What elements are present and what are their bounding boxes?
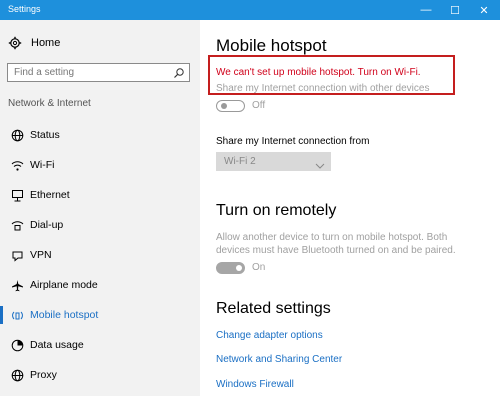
minimize-button[interactable]: — — [411, 0, 441, 20]
sidebar-item-label: Airplane mode — [30, 279, 98, 291]
sidebar-item-label: Wi-Fi — [30, 159, 55, 171]
share-toggle-state: Off — [252, 100, 266, 111]
sidebar-item-status[interactable]: Status — [0, 120, 200, 150]
home-label: Home — [31, 37, 61, 49]
sidebar-item-ethernet[interactable]: Ethernet — [0, 180, 200, 210]
search-input[interactable]: Find a setting — [7, 63, 190, 82]
sidebar-item-label: Data usage — [30, 339, 84, 351]
sidebar-item-dialup[interactable]: Dial-up — [0, 210, 200, 240]
maximize-button[interactable]: ☐ — [440, 0, 470, 20]
gear-icon — [8, 36, 22, 50]
proxy-globe-icon — [10, 368, 24, 382]
wifi-icon — [10, 158, 24, 172]
search-icon — [173, 66, 185, 84]
remote-section-title: Turn on remotely — [216, 202, 337, 219]
sidebar-item-vpn[interactable]: VPN — [0, 240, 200, 270]
toggle-knob — [236, 265, 242, 271]
link-change-adapter-options[interactable]: Change adapter options — [216, 330, 323, 341]
remote-toggle[interactable] — [216, 262, 245, 274]
data-usage-icon — [10, 338, 24, 352]
chevron-down-icon — [315, 157, 325, 175]
share-toggle[interactable] — [216, 100, 245, 112]
sidebar-item-data-usage[interactable]: Data usage — [0, 330, 200, 360]
toggle-knob — [221, 103, 227, 109]
sidebar-item-label: Ethernet — [30, 189, 70, 201]
nav-list: Status Wi-Fi Ethernet Dial-up VPN Airpla… — [0, 120, 200, 390]
link-network-sharing-center[interactable]: Network and Sharing Center — [216, 354, 342, 365]
related-settings-title: Related settings — [216, 300, 331, 317]
sidebar-item-label: VPN — [30, 249, 52, 261]
sidebar-item-label: Mobile hotspot — [30, 309, 99, 321]
share-from-value: Wi-Fi 2 — [224, 156, 256, 167]
airplane-icon — [10, 278, 24, 292]
highlight-box — [208, 55, 455, 95]
sidebar: Home Find a setting Network & Internet S… — [0, 20, 200, 396]
globe-icon — [10, 128, 24, 142]
section-label: Network & Internet — [8, 98, 91, 109]
sidebar-item-label: Proxy — [30, 369, 57, 381]
hotspot-icon — [10, 308, 24, 322]
sidebar-item-proxy[interactable]: Proxy — [0, 360, 200, 390]
sidebar-item-mobile-hotspot[interactable]: Mobile hotspot — [0, 300, 200, 330]
remote-description: Allow another device to turn on mobile h… — [216, 232, 456, 256]
sidebar-item-wifi[interactable]: Wi-Fi — [0, 150, 200, 180]
sidebar-item-label: Status — [30, 129, 60, 141]
title-bar: Settings — ☐ ✕ — [0, 0, 500, 20]
active-indicator — [0, 306, 3, 324]
share-from-dropdown[interactable]: Wi-Fi 2 — [216, 152, 331, 171]
search-placeholder: Find a setting — [14, 67, 75, 78]
share-from-label: Share my Internet connection from — [216, 136, 370, 147]
ethernet-icon — [10, 188, 24, 202]
home-nav-item[interactable]: Home — [8, 36, 60, 50]
link-windows-firewall[interactable]: Windows Firewall — [216, 379, 294, 390]
dialup-icon — [10, 218, 24, 232]
page-title: Mobile hotspot — [216, 36, 327, 55]
sidebar-item-label: Dial-up — [30, 219, 64, 231]
close-button[interactable]: ✕ — [469, 0, 499, 20]
remote-toggle-state: On — [252, 262, 266, 273]
sidebar-item-airplane[interactable]: Airplane mode — [0, 270, 200, 300]
window-title: Settings — [8, 4, 41, 14]
vpn-icon — [10, 248, 24, 262]
